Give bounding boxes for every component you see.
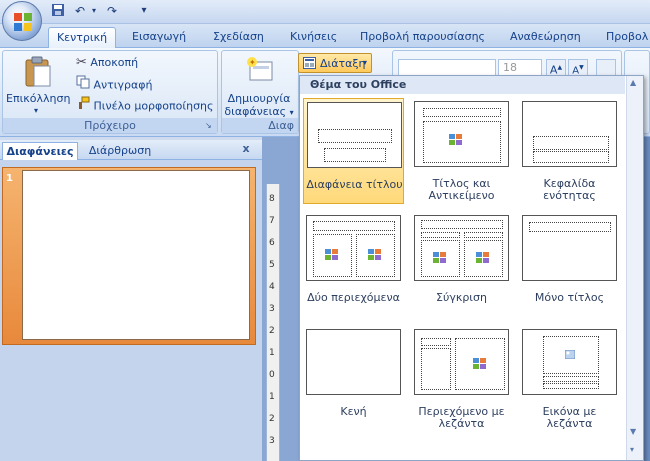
ruler-number: 0 — [269, 370, 275, 380]
format-painter-button[interactable]: Πινέλο μορφοποίησης — [76, 96, 213, 116]
layout-label: Εικόνα με λεζάντα — [542, 405, 597, 430]
office-logo-icon — [14, 13, 32, 31]
layout-label: Μόνο τίτλος — [534, 291, 605, 304]
cut-button[interactable]: ✂ Αποκοπή — [76, 53, 138, 73]
ruler-number: 6 — [269, 238, 275, 248]
slide-number: 1 — [6, 173, 13, 184]
layout-thumb — [522, 215, 617, 281]
layout-label: Κεφαλίδα ενότητας — [543, 177, 596, 202]
content-placeholder-icon — [473, 358, 486, 369]
slide-thumbnail[interactable] — [22, 170, 250, 340]
dialog-launcher-icon[interactable]: ↘ — [205, 121, 215, 131]
tab-slide-show[interactable]: Προβολή παρουσίασης — [360, 27, 485, 48]
content-placeholder-icon — [368, 249, 381, 260]
new-slide-button[interactable]: ✦ Δημιουργία διαφάνειας ▾ — [224, 54, 294, 118]
ruler-number: 4 — [269, 282, 275, 292]
cut-label: Αποκοπή — [90, 56, 139, 69]
save-icon[interactable] — [50, 3, 66, 19]
new-slide-label-line1: Δημιουργία — [227, 92, 291, 105]
font-size-value: 18 — [503, 61, 517, 74]
scroll-up-icon[interactable]: ▲ — [630, 78, 636, 87]
content-placeholder-icon — [433, 252, 446, 263]
content-placeholder-icon — [449, 134, 462, 145]
layout-label: Σύγκριση — [436, 291, 487, 304]
clipboard-icon — [25, 56, 51, 87]
ruler-number: 3 — [269, 304, 275, 314]
redo-icon[interactable]: ↷ — [104, 3, 120, 19]
undo-dropdown-icon[interactable]: ▾ — [86, 3, 102, 19]
scroll-down-icon[interactable]: ▼ — [630, 427, 636, 436]
ruler-number: 7 — [269, 216, 275, 226]
tab-review[interactable]: Αναθεώρηση — [510, 27, 581, 48]
layout-title-slide[interactable]: Διαφάνεια τίτλου — [303, 98, 404, 204]
ruler-number: 1 — [269, 348, 275, 358]
tab-insert[interactable]: Εισαγωγή — [132, 27, 186, 48]
tab-home[interactable]: Κεντρική — [48, 27, 116, 48]
new-slide-label: Δημιουργία διαφάνειας ▾ — [224, 92, 294, 119]
layout-two-content[interactable]: Δύο περιεχόμενα — [303, 212, 404, 318]
picture-placeholder-icon — [565, 350, 575, 359]
ruler-number: 2 — [269, 326, 275, 336]
layout-label: Δύο περιεχόμενα — [307, 291, 400, 304]
office-button[interactable] — [2, 1, 42, 41]
ruler-number: 2 — [269, 414, 275, 424]
layout-icon — [303, 57, 316, 72]
gallery-scrollbar[interactable]: ▲ ▼ ▾ — [626, 76, 643, 460]
scissors-icon: ✂ — [76, 55, 87, 70]
svg-text:✦: ✦ — [249, 58, 256, 67]
paste-label: Επικόλληση — [6, 92, 71, 105]
new-slide-label-line2: διαφάνειας ▾ — [224, 105, 294, 118]
layout-section-header[interactable]: Κεφαλίδα ενότητας — [519, 98, 620, 204]
layout-button-label: Διάταξη — [320, 57, 366, 70]
layout-blank[interactable]: Κενή — [303, 326, 404, 432]
layout-thumb — [522, 101, 617, 167]
content-placeholder-icon — [325, 249, 338, 260]
ruler-number: 8 — [269, 194, 275, 204]
slides-group-label: Διαφ — [222, 118, 298, 133]
layout-thumb — [307, 102, 402, 168]
layout-title-content[interactable]: Τίτλος και Αντικείμενο — [411, 98, 512, 204]
format-painter-label: Πινέλο μορφοποίησης — [93, 99, 214, 113]
tab-slides[interactable]: Διαφάνειες — [2, 142, 78, 160]
layout-button[interactable]: Διάταξη ▾ — [298, 53, 372, 73]
tab-view[interactable]: Προβολ — [606, 27, 648, 48]
layout-thumb — [414, 101, 509, 167]
tab-design[interactable]: Σχεδίαση — [213, 27, 264, 48]
layout-comparison[interactable]: Σύγκριση — [411, 212, 512, 318]
gallery-header: Θέμα του Office — [300, 76, 625, 94]
layout-label: Τίτλος και Αντικείμενο — [428, 177, 495, 202]
tab-animations[interactable]: Κινήσεις — [290, 27, 337, 48]
layout-thumb — [306, 329, 401, 395]
content-placeholder-icon — [476, 252, 489, 263]
paste-dropdown-icon: ▾ — [34, 106, 39, 115]
layout-thumb — [414, 329, 509, 395]
customize-qat-icon[interactable]: ▾ — [136, 3, 152, 19]
layout-thumb — [522, 329, 617, 395]
layout-label: Διαφάνεια τίτλου — [306, 178, 403, 191]
layout-thumb — [306, 215, 401, 281]
layout-dropdown-icon: ▾ — [363, 58, 368, 67]
layout-thumb — [414, 215, 509, 281]
new-slide-icon: ✦ — [247, 57, 273, 81]
clipboard-group-label: Πρόχειρο — [3, 118, 217, 133]
layout-title-only[interactable]: Μόνο τίτλος — [519, 212, 620, 318]
layout-picture-caption[interactable]: Εικόνα με λεζάντα — [519, 326, 620, 432]
copy-button[interactable]: Αντιγραφή — [76, 75, 153, 95]
layout-content-caption[interactable]: Περιεχόμενο με λεζάντα — [411, 326, 512, 432]
tab-outline[interactable]: Διάρθρωση — [80, 142, 160, 160]
copy-label: Αντιγραφή — [93, 78, 153, 92]
layout-label: Περιεχόμενο με λεζάντα — [418, 405, 505, 430]
copy-icon — [76, 75, 90, 96]
scroll-more-icon[interactable]: ▾ — [630, 445, 634, 454]
close-panel-icon[interactable]: x — [238, 141, 254, 157]
ruler-number: 1 — [269, 392, 275, 402]
ruler-number: 5 — [269, 260, 275, 270]
ruler-number: 3 — [269, 436, 275, 446]
paintbrush-icon — [76, 96, 90, 117]
layout-label: Κενή — [340, 405, 367, 418]
paste-button[interactable]: Επικόλληση ▾ — [6, 54, 70, 118]
